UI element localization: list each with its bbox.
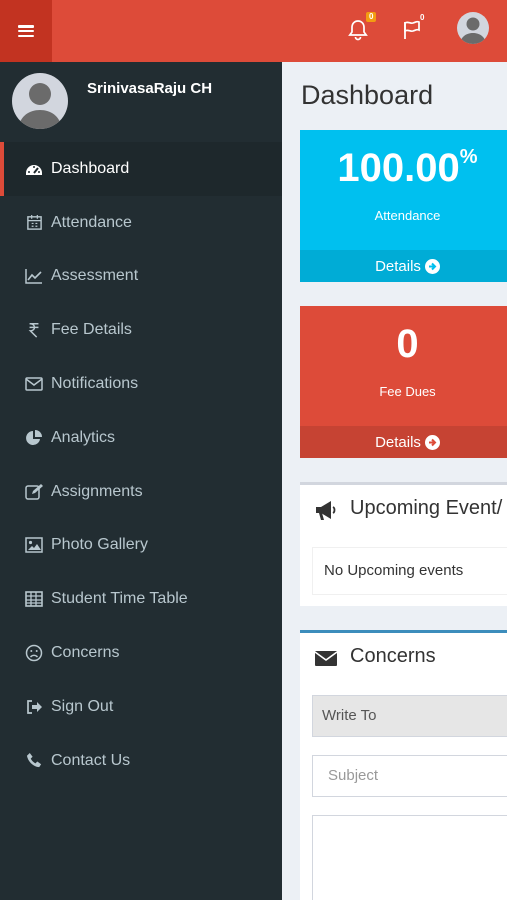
pie-chart-icon — [25, 429, 43, 447]
subject-input[interactable]: Subject — [312, 755, 507, 797]
sidebar: SrinivasaRaju CH Dashboard Attendance As… — [0, 62, 282, 900]
sidebar-item-label: Student Time Table — [51, 590, 188, 608]
attendance-box: 100.00% Attendance Details — [300, 130, 507, 282]
attendance-value: 100.00% — [337, 146, 478, 190]
header-avatar[interactable] — [457, 12, 489, 44]
sidebar-item-label: Photo Gallery — [51, 536, 148, 554]
user-silhouette-icon — [18, 83, 62, 129]
sidebar-item-label: Sign Out — [51, 697, 114, 715]
arrow-circle-right-icon — [424, 258, 440, 274]
sign-out-icon — [25, 698, 43, 716]
sidebar-menu: Dashboard Attendance Assessment Fee Deta… — [0, 142, 282, 788]
sidebar-item-concerns[interactable]: Concerns — [0, 626, 282, 680]
sidebar-item-notifications[interactable]: Notifications — [0, 357, 282, 411]
table-icon — [25, 590, 43, 608]
sidebar-item-label: Assessment — [51, 267, 139, 285]
sidebar-item-assessment[interactable]: Assessment — [0, 250, 282, 304]
flags-badge: 0 — [420, 13, 425, 22]
arrow-circle-right-icon — [424, 434, 440, 450]
sidebar-item-photo-gallery[interactable]: Photo Gallery — [0, 519, 282, 573]
sidebar-item-sign-out[interactable]: Sign Out — [0, 680, 282, 734]
line-chart-icon — [25, 267, 43, 285]
fee-dues-box: 0 Fee Dues Details — [300, 306, 507, 458]
attendance-details-link[interactable]: Details — [300, 250, 507, 282]
attendance-unit: % — [459, 146, 478, 168]
notifications-badge: 0 — [366, 12, 377, 22]
sidebar-item-label: Analytics — [51, 428, 116, 446]
envelope-icon — [25, 375, 43, 393]
box-header: Upcoming Event/ — [300, 485, 507, 535]
calendar-icon — [25, 214, 43, 232]
box-title: Concerns — [350, 645, 436, 667]
message-textarea[interactable] — [312, 815, 507, 900]
user-panel: SrinivasaRaju CH — [0, 62, 282, 142]
dashboard-icon — [25, 160, 43, 178]
sidebar-item-contact-us[interactable]: Contact Us — [0, 734, 282, 788]
main-content: Dashboard 100.00% Attendance Details 0 F… — [282, 62, 507, 900]
sidebar-item-label: Concerns — [51, 644, 120, 662]
top-header: 0 0 — [0, 0, 507, 62]
sidebar-item-label: Contact Us — [51, 751, 131, 769]
sidebar-item-label: Assignments — [51, 482, 143, 500]
sidebar-item-dashboard[interactable]: Dashboard — [0, 142, 282, 196]
rupee-icon — [25, 321, 43, 339]
concerns-box: Concerns Write To Subject — [300, 630, 507, 900]
phone-icon — [25, 752, 43, 770]
fee-dues-value: 0 — [396, 322, 419, 366]
sidebar-item-fee-details[interactable]: Fee Details — [0, 303, 282, 357]
menu-toggle-button[interactable] — [0, 0, 52, 62]
sidebar-item-student-time-table[interactable]: Student Time Table — [0, 572, 282, 626]
sidebar-item-label: Attendance — [51, 213, 132, 231]
details-label: Details — [375, 433, 421, 451]
upcoming-events-box: Upcoming Event/ No Upcoming events — [300, 482, 507, 606]
envelope-icon — [314, 651, 338, 666]
hamburger-icon — [18, 25, 34, 37]
details-label: Details — [375, 257, 421, 275]
fee-dues-details-link[interactable]: Details — [300, 426, 507, 458]
page-title: Dashboard — [301, 80, 434, 110]
user-icon — [460, 17, 486, 44]
user-name: SrinivasaRaju CH — [87, 80, 213, 97]
events-empty-text: No Upcoming events — [312, 547, 507, 595]
sidebar-item-label: Fee Details — [51, 321, 132, 339]
sidebar-item-analytics[interactable]: Analytics — [0, 411, 282, 465]
box-header: Concerns — [300, 633, 507, 683]
edit-icon — [25, 483, 43, 501]
box-title: Upcoming Event/ — [350, 497, 503, 519]
bullhorn-icon — [316, 501, 336, 520]
frown-icon — [25, 644, 43, 662]
write-to-select[interactable]: Write To — [312, 695, 507, 737]
fee-dues-label: Fee Dues — [379, 384, 436, 399]
sidebar-item-attendance[interactable]: Attendance — [0, 196, 282, 250]
picture-icon — [25, 536, 43, 554]
sidebar-item-label: Dashboard — [51, 159, 130, 177]
sidebar-item-assignments[interactable]: Assignments — [0, 465, 282, 519]
user-avatar — [12, 73, 68, 129]
attendance-label: Attendance — [374, 208, 441, 223]
sidebar-item-label: Notifications — [51, 375, 139, 393]
